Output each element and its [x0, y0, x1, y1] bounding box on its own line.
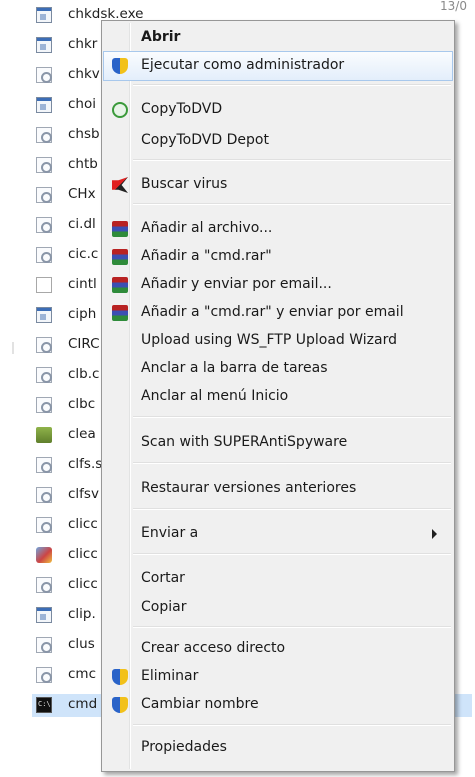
menu-item-anadir-al-archivo[interactable]: Añadir al archivo...: [104, 215, 452, 243]
winrar-icon: [112, 221, 128, 237]
dll-file-icon: [36, 247, 52, 263]
cleanmgr-icon: [36, 427, 52, 443]
winrar-icon: [112, 305, 128, 321]
dll-file-icon: [36, 367, 52, 383]
menu-item-anadir-cmd-rar-email[interactable]: Añadir a "cmd.rar" y enviar por email: [104, 299, 452, 327]
dll-file-icon: [36, 337, 52, 353]
file-name: chkv: [68, 66, 100, 82]
file-name: ciph: [68, 306, 97, 322]
dll-file-icon: [36, 667, 52, 683]
dll-file-icon: [36, 517, 52, 533]
pane-scroll-marker: [12, 342, 14, 354]
menu-separator: [133, 553, 451, 555]
file-name: clicc: [68, 516, 98, 532]
menu-item-copytodvd[interactable]: CopyToDVD: [104, 96, 452, 124]
uac-shield-icon: [112, 669, 128, 685]
file-name: clfs.s: [68, 456, 103, 472]
file-name: ci.dl: [68, 216, 96, 232]
file-name: CIRC: [68, 336, 100, 352]
menu-item-anclar-barra-tareas[interactable]: Anclar a la barra de tareas: [104, 355, 452, 383]
file-name: chkr: [68, 36, 98, 52]
exe-file-icon: [36, 7, 52, 23]
file-name: cic.c: [68, 246, 99, 262]
menu-item-copiar[interactable]: Copiar: [104, 594, 452, 622]
file-name: cmd: [68, 696, 98, 712]
submenu-arrow-icon: [432, 529, 437, 539]
menu-item-restaurar-versiones[interactable]: Restaurar versiones anteriores: [104, 475, 452, 503]
file-name: clbc: [68, 396, 96, 412]
dll-file-icon: [36, 397, 52, 413]
menu-item-enviar-a[interactable]: Enviar a: [104, 520, 452, 548]
file-name: clip.: [68, 606, 96, 622]
menu-item-anadir-enviar-email[interactable]: Añadir y enviar por email...: [104, 271, 452, 299]
menu-item-upload-ws-ftp[interactable]: Upload using WS_FTP Upload Wizard: [104, 327, 452, 355]
blank-file-icon: [36, 277, 52, 293]
menu-separator: [133, 462, 451, 464]
dll-file-icon: [36, 637, 52, 653]
file-name: chtb: [68, 156, 98, 172]
menu-item-scan-superantispyware[interactable]: Scan with SUPERAntiSpyware: [104, 429, 452, 457]
copytodvd-icon: [112, 102, 128, 118]
winrar-icon: [112, 249, 128, 265]
menu-item-abrir[interactable]: Abrir: [104, 24, 452, 52]
file-name: CHx: [68, 186, 96, 202]
file-name: clicc: [68, 546, 98, 562]
uac-shield-icon: [112, 697, 128, 713]
dll-file-icon: [36, 577, 52, 593]
dll-file-icon: [36, 157, 52, 173]
dll-file-icon: [36, 487, 52, 503]
cliconfg-icon: [36, 547, 52, 563]
context-menu: Abrir Ejecutar como administrador CopyTo…: [101, 20, 455, 772]
menu-item-copytodvd-depot[interactable]: CopyToDVD Depot: [104, 127, 452, 155]
menu-item-anclar-menu-inicio[interactable]: Anclar al menú Inicio: [104, 383, 452, 411]
menu-separator: [133, 159, 451, 161]
file-name: choi: [68, 96, 96, 112]
menu-separator: [133, 84, 451, 86]
menu-item-ejecutar-como-administrador[interactable]: Ejecutar como administrador: [103, 51, 453, 81]
antivirus-icon: [112, 177, 128, 193]
file-name: clicc: [68, 576, 98, 592]
menu-item-propiedades[interactable]: Propiedades: [104, 734, 452, 762]
dll-file-icon: [36, 127, 52, 143]
cmd-icon: [36, 697, 52, 713]
file-name: clus: [68, 636, 95, 652]
exe-file-icon: [36, 97, 52, 113]
menu-separator: [133, 508, 451, 510]
dll-file-icon: [36, 187, 52, 203]
file-name: cmc: [68, 666, 96, 682]
uac-shield-icon: [112, 58, 128, 74]
menu-item-anadir-cmd-rar[interactable]: Añadir a "cmd.rar": [104, 243, 452, 271]
menu-item-cambiar-nombre[interactable]: Cambiar nombre: [104, 691, 452, 719]
dll-file-icon: [36, 457, 52, 473]
dll-file-icon: [36, 67, 52, 83]
menu-item-cortar[interactable]: Cortar: [104, 565, 452, 593]
file-name: cintl: [68, 276, 97, 292]
file-name: clea: [68, 426, 96, 442]
file-name: clb.c: [68, 366, 100, 382]
menu-separator: [133, 724, 451, 726]
menu-item-eliminar[interactable]: Eliminar: [104, 663, 452, 691]
exe-file-icon: [36, 607, 52, 623]
exe-file-icon: [36, 307, 52, 323]
menu-item-buscar-virus[interactable]: Buscar virus: [104, 171, 452, 199]
menu-separator: [133, 203, 451, 205]
file-name: clfsv: [68, 486, 99, 502]
exe-file-icon: [36, 37, 52, 53]
dll-file-icon: [36, 217, 52, 233]
winrar-icon: [112, 277, 128, 293]
menu-separator: [133, 416, 451, 418]
file-name: chsb: [68, 126, 100, 142]
menu-separator: [133, 626, 451, 628]
menu-item-crear-acceso-directo[interactable]: Crear acceso directo: [104, 635, 452, 663]
